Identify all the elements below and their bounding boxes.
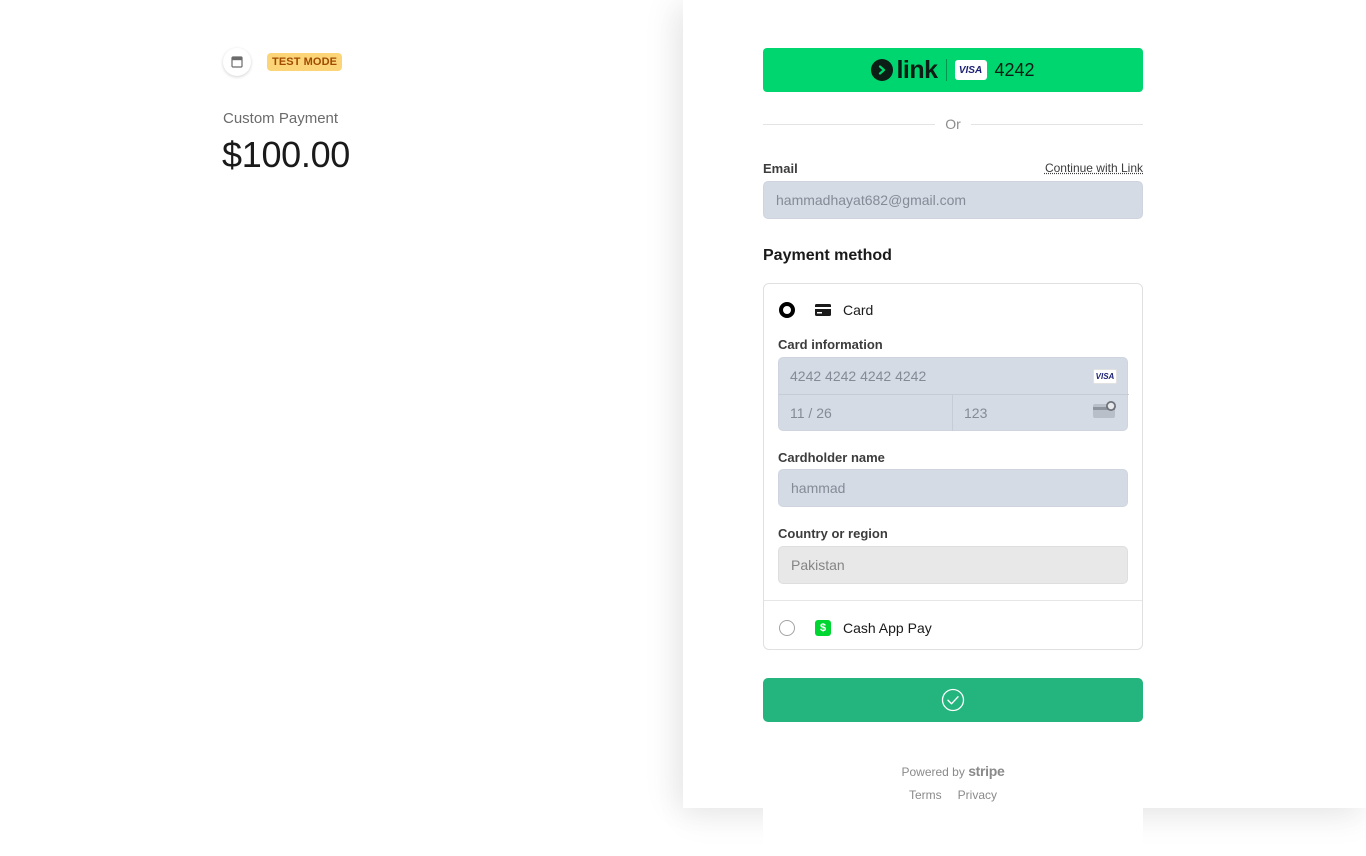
cash-app-option-label: Cash App Pay [843,620,932,636]
cardholder-input[interactable]: hammad [778,469,1128,507]
card-cvc-value: 123 [964,405,988,421]
card-option-label: Card [843,302,874,318]
cash-app-icon: $ [815,620,831,636]
card-cvc-input[interactable]: 123 [953,395,1129,431]
stripe-logo[interactable]: stripe [968,763,1005,779]
order-summary-pane: TEST MODE Custom Payment $100.00 [0,0,683,856]
pay-button[interactable] [763,678,1143,722]
cardholder-label: Cardholder name [778,450,885,465]
link-card-last4: 4242 [994,59,1035,80]
payment-option-divider [764,600,1142,601]
continue-with-link[interactable]: Continue with Link [1045,161,1143,175]
product-name: Custom Payment [223,110,339,127]
link-wordmark: link [896,55,938,84]
link-divider [945,59,947,81]
country-select[interactable]: Pakistan [778,546,1128,584]
card-number-value: 4242 4242 4242 4242 [790,368,927,384]
checkout-page: TEST MODE Custom Payment $100.00 link VI… [0,0,1366,856]
card-information-group: 4242 4242 4242 4242 VISA 11 / 26 123 [778,357,1129,431]
payment-option-card[interactable]: Card [779,300,873,320]
or-text: Or [945,116,961,132]
powered-by-text: Powered by [901,765,965,779]
payment-form-pane: link VISA 4242 Or Email Continue with Li… [683,0,1366,808]
form-bottom-extension [763,808,1143,856]
or-divider: Or [763,114,1143,134]
email-label: Email [763,161,798,176]
card-expiry-input[interactable]: 11 / 26 [779,395,953,431]
email-field[interactable]: hammadhayat682@gmail.com [763,181,1143,219]
visa-card-icon: VISA [954,60,987,80]
powered-by-stripe: Powered by stripe [763,763,1143,779]
merchant-header: TEST MODE [223,48,343,76]
terms-link[interactable]: Terms [909,788,942,802]
payment-option-cash-app[interactable]: $ Cash App Pay [779,618,932,638]
privacy-link[interactable]: Privacy [958,788,997,802]
cash-app-radio[interactable] [779,620,795,636]
check-circle-icon [941,688,965,712]
test-mode-badge: TEST MODE [267,53,343,71]
card-radio[interactable] [779,302,795,318]
card-expiry-value: 11 / 26 [790,405,832,421]
store-icon[interactable] [223,48,251,76]
cvc-card-icon [1093,401,1116,418]
card-number-input[interactable]: 4242 4242 4242 4242 VISA [779,358,1129,395]
total-amount: $100.00 [222,134,351,175]
visa-brand-icon: VISA [1093,369,1117,384]
payment-method-title: Payment method [763,247,892,264]
footer-links: Terms Privacy [763,788,1143,802]
link-arrow-icon [871,59,894,81]
link-pay-button[interactable]: link VISA 4242 [763,48,1143,92]
credit-card-icon [815,304,831,316]
link-logo: link [871,55,938,84]
card-information-label: Card information [778,337,883,352]
country-label: Country or region [778,526,888,541]
